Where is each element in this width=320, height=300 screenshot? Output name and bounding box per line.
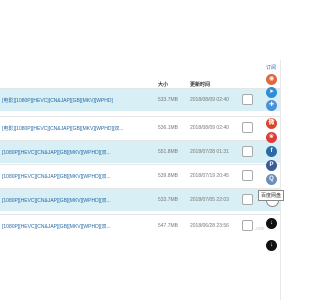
row-date: 2018/08/09 02:40 [190, 97, 229, 103]
date-column-header: 更新时间 [190, 82, 211, 88]
row-size: 547.7MB [158, 223, 179, 229]
table-row[interactable]: [1080P][HEVC][CN&JAP][GB][MKV][WPHD][双..… [0, 214, 280, 243]
telegram-icon[interactable]: ➤ [266, 87, 277, 98]
watermark-text: ...ode [252, 226, 265, 232]
top-blank-area [0, 0, 300, 34]
download-icon[interactable] [242, 194, 253, 205]
table-row[interactable]: [电影][1080P][HEVC][CN&JAP][GB][MKV][WPHD]… [0, 88, 280, 111]
right-divider [280, 60, 281, 300]
row-title[interactable]: [电影][1080P][HEVC][CN&JAP][GB][MKV][WPHD] [2, 97, 113, 104]
row-size: 551.8MB [158, 149, 179, 155]
row-date: 2018/07/05 22:03 [190, 197, 229, 203]
row-title[interactable]: [1080P][HEVC][CN&JAP][GB][MKV][WPHD][双..… [2, 149, 111, 156]
row-date: 2018/07/28 01:31 [190, 149, 229, 155]
qq-icon[interactable]: Q [266, 174, 277, 185]
table-row[interactable]: [1080P][HEVC][CN&JAP][GB][MKV][WPHD][双..… [0, 188, 280, 211]
row-size: 536.1MB [158, 125, 179, 131]
share-icon[interactable]: ✚ [266, 100, 277, 111]
pinterest-icon[interactable]: P [266, 160, 277, 171]
row-size: 539.8MB [158, 173, 179, 179]
table-row[interactable]: [电影][1080P][HEVC][CN&JAP][GB][MKV][WPHD]… [0, 116, 280, 139]
row-date: 2018/06/28 23:56 [190, 223, 229, 229]
download-icon[interactable] [242, 94, 253, 105]
row-title[interactable]: [1080P][HEVC][CN&JAP][GB][MKV][WPHD][双..… [2, 197, 111, 204]
row-title[interactable]: [1080P][HEVC][CN&JAP][GB][MKV][WPHD][双..… [2, 173, 111, 180]
subscribe-link[interactable]: 订阅 [266, 64, 276, 71]
row-title[interactable]: [电影][1080P][HEVC][CN&JAP][GB][MKV][WPHD]… [2, 125, 123, 132]
row-date: 2018/08/09 02:40 [190, 125, 229, 131]
download-arrow-icon-dark[interactable]: ↓ [266, 218, 277, 229]
share-tooltip: 百度网盘 [258, 190, 285, 201]
rss-icon[interactable]: ◉ [266, 74, 277, 85]
table-row[interactable]: [1080P][HEVC][CN&JAP][GB][MKV][WPHD][双..… [0, 140, 280, 163]
table-row[interactable]: [1080P][HEVC][CN&JAP][GB][MKV][WPHD][双..… [0, 164, 280, 187]
gift-icon[interactable]: ❀ [266, 132, 277, 143]
weibo-icon[interactable]: 微 [266, 118, 277, 129]
download-icon[interactable] [242, 122, 253, 133]
row-title[interactable]: [1080P][HEVC][CN&JAP][GB][MKV][WPHD][双..… [2, 223, 111, 230]
download-arrow-icon-dark-2[interactable]: ↓ [266, 240, 277, 251]
row-size: 533.7MB [158, 197, 179, 203]
facebook-icon[interactable]: f [266, 146, 277, 157]
row-date: 2018/07/19 20:45 [190, 173, 229, 179]
download-icon[interactable] [242, 146, 253, 157]
size-column-header: 大小 [158, 82, 169, 88]
download-icon[interactable] [242, 170, 253, 181]
row-size: 533.7MB [158, 97, 179, 103]
